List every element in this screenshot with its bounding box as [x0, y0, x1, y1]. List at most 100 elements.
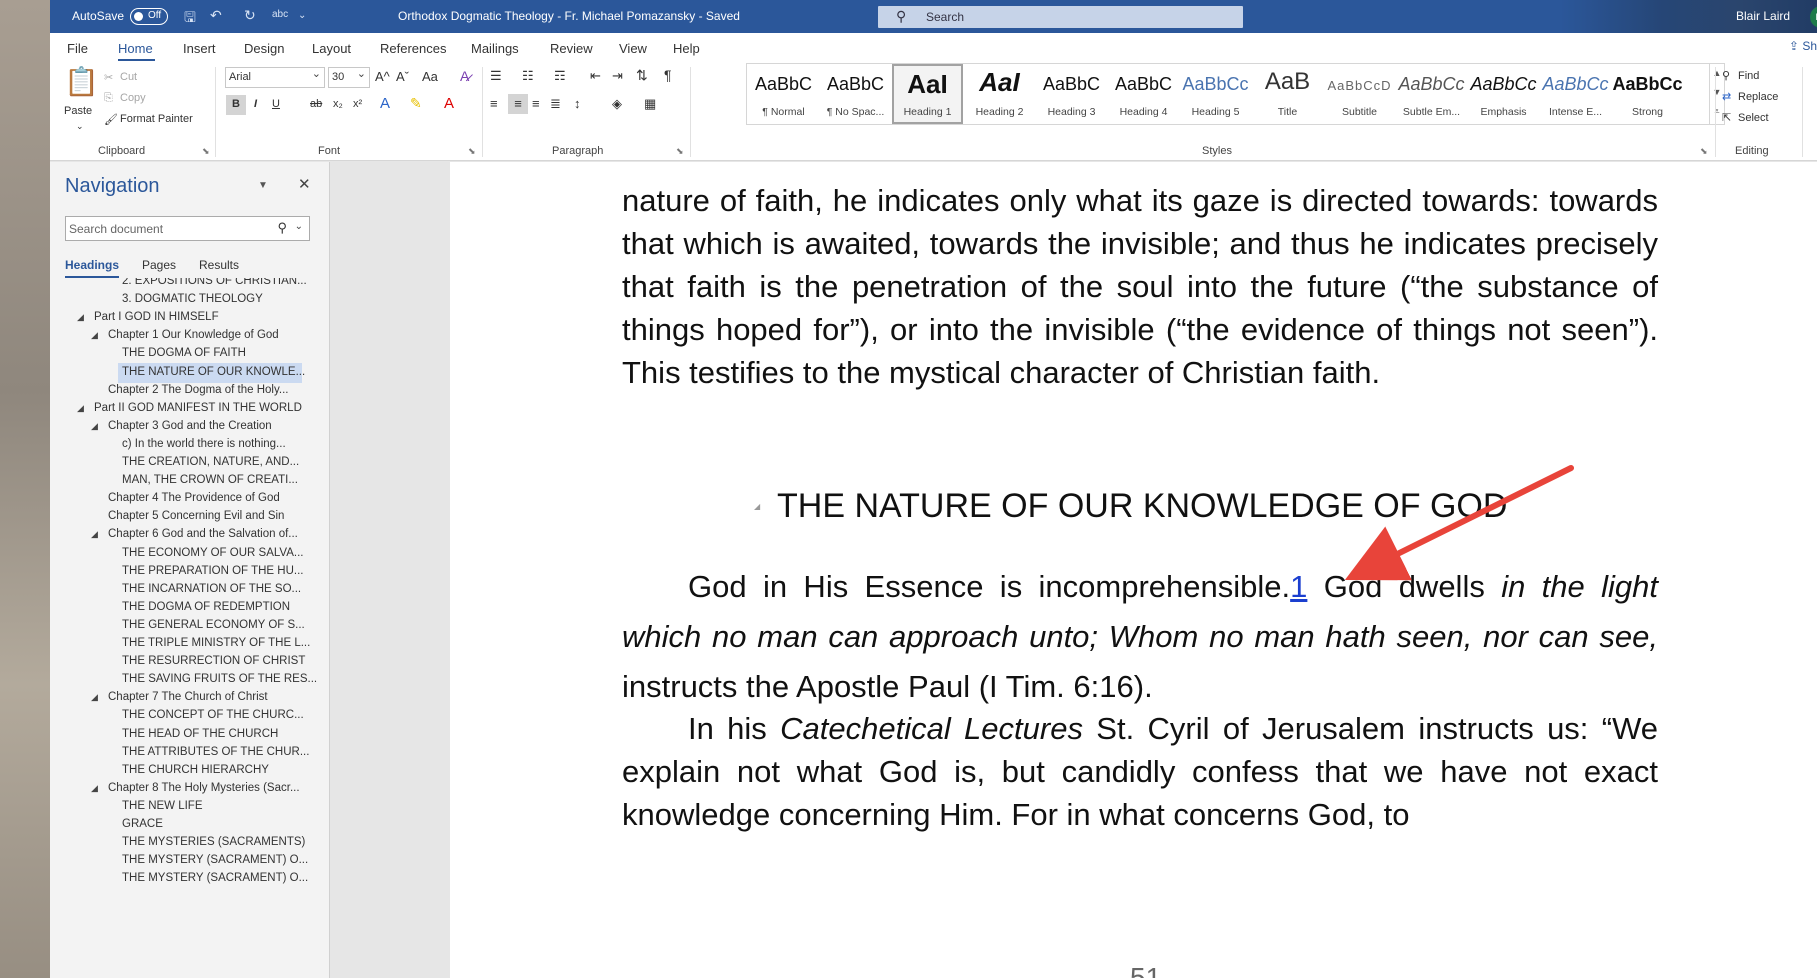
change-case-button[interactable]: Aa	[422, 69, 438, 84]
heading-item-selected[interactable]: THE NATURE OF OUR KNOWLE...	[118, 362, 305, 383]
nav-tab-headings[interactable]: Headings	[65, 258, 119, 272]
italic-button[interactable]: I	[254, 98, 257, 110]
search-document-input[interactable]: Search document ⚲ ⌄	[65, 216, 310, 241]
increase-indent-icon[interactable]: ⇥	[612, 68, 623, 84]
justify-icon[interactable]: ≣	[550, 96, 561, 112]
heading-item[interactable]: ◢ Chapter 7 The Church of Christ	[91, 688, 330, 708]
style-heading-1[interactable]: AaI Heading 1	[892, 64, 963, 124]
numbering-icon[interactable]: ☷	[522, 68, 534, 84]
redo-icon[interactable]: ↻	[244, 7, 256, 24]
heading-item[interactable]: THE MYSTERY (SACRAMENT) O...	[118, 869, 330, 889]
heading-item[interactable]: ◢ Part II GOD MANIFEST IN THE WORLD	[77, 399, 320, 419]
section-heading[interactable]: THE NATURE OF OUR KNOWLEDGE OF GOD	[777, 487, 1507, 526]
tab-insert[interactable]: Insert	[183, 41, 216, 56]
heading-item[interactable]: THE TRIPLE MINISTRY OF THE L...	[118, 634, 330, 654]
chevron-down-icon[interactable]: ⌄	[295, 221, 303, 232]
align-center-icon[interactable]: ≡	[508, 94, 528, 114]
font-size-combo[interactable]: 30	[328, 67, 370, 88]
subscript-button[interactable]: x₂	[333, 98, 343, 110]
style-heading-3[interactable]: AaBbC Heading 3	[1036, 64, 1107, 124]
heading-item[interactable]: ◢ Chapter 8 The Holy Mysteries (Sacr...	[91, 779, 330, 799]
heading-item[interactable]: 3. DOGMATIC THEOLOGY	[118, 290, 330, 310]
copy-button[interactable]: Copy	[120, 92, 146, 104]
heading-item[interactable]: THE HEAD OF THE CHURCH	[118, 725, 330, 745]
heading-item[interactable]: THE SAVING FRUITS OF THE RES...	[118, 670, 330, 690]
tab-layout[interactable]: Layout	[312, 41, 351, 56]
tab-mailings[interactable]: Mailings	[471, 41, 519, 56]
tab-references[interactable]: References	[380, 41, 446, 56]
nav-tab-results[interactable]: Results	[199, 258, 239, 272]
font-name-combo[interactable]: Arial	[225, 67, 325, 88]
paragraph-essence[interactable]: God in His Essence is incomprehensible.1…	[622, 562, 1658, 712]
cut-button[interactable]: Cut	[120, 71, 137, 83]
style-subtle-emphasis[interactable]: AaBbCc Subtle Em...	[1396, 64, 1467, 124]
heading-item[interactable]: THE RESURRECTION OF CHRIST	[118, 652, 330, 672]
align-right-icon[interactable]: ≡	[532, 96, 540, 111]
highlight-icon[interactable]: ✎	[410, 95, 422, 112]
heading-item[interactable]: ◢ Chapter 3 God and the Creation	[91, 417, 330, 437]
nav-tab-pages[interactable]: Pages	[142, 258, 176, 272]
heading-item[interactable]: Chapter 4 The Providence of God	[104, 489, 330, 509]
paste-icon[interactable]: 📋	[64, 65, 99, 98]
font-launcher-icon[interactable]: ⬊	[468, 146, 476, 157]
collapse-icon[interactable]: ◢	[91, 421, 98, 432]
align-left-icon[interactable]: ≡	[490, 96, 498, 111]
replace-button[interactable]: Replace	[1738, 91, 1778, 103]
format-painter-button[interactable]: Format Painter	[120, 113, 193, 125]
tab-home[interactable]: Home	[118, 41, 153, 56]
search-icon[interactable]: ⚲	[277, 220, 287, 236]
clipboard-launcher-icon[interactable]: ⬊	[202, 146, 210, 157]
decrease-indent-icon[interactable]: ⇤	[590, 68, 601, 84]
styles-launcher-icon[interactable]: ⬊	[1700, 146, 1708, 157]
text-effects-icon[interactable]: A	[380, 95, 390, 112]
heading-item[interactable]: THE DOGMA OF REDEMPTION	[118, 598, 330, 618]
clear-formatting-icon[interactable]: A̷	[460, 68, 469, 84]
style-no-spacing[interactable]: AaBbC ¶ No Spac...	[820, 64, 891, 124]
style-normal[interactable]: AaBbC ¶ Normal	[748, 64, 819, 124]
undo-icon[interactable]: ↶	[210, 7, 222, 24]
heading-item[interactable]: THE CONCEPT OF THE CHURC...	[118, 706, 330, 726]
pane-options-icon[interactable]: ▼	[258, 180, 268, 191]
heading-item[interactable]: ◢ Chapter 6 God and the Salvation of...	[91, 525, 330, 545]
style-subtitle[interactable]: AaBbCcD Subtitle	[1324, 64, 1395, 124]
multilevel-list-icon[interactable]: ☶	[554, 68, 566, 84]
heading-item[interactable]: THE CREATION, NATURE, AND...	[118, 453, 330, 473]
font-color-icon[interactable]: A	[444, 95, 454, 112]
customize-toolbar-icon[interactable]: ⌄	[298, 10, 306, 21]
heading-item[interactable]: Chapter 5 Concerning Evil and Sin	[104, 507, 330, 527]
heading-item[interactable]: MAN, THE CROWN OF CREATI...	[118, 471, 330, 491]
user-name[interactable]: Blair Laird	[1736, 9, 1790, 23]
style-emphasis[interactable]: AaBbCc Emphasis	[1468, 64, 1539, 124]
collapse-icon[interactable]: ◢	[91, 692, 98, 703]
paste-dropdown-icon[interactable]: ⌄	[76, 121, 84, 132]
search-box[interactable]: ⚲ Search	[878, 6, 1243, 28]
heading-item[interactable]: THE MYSTERIES (SACRAMENTS)	[118, 833, 330, 853]
heading-item[interactable]: THE ECONOMY OF OUR SALVA...	[118, 544, 330, 564]
heading-item[interactable]: Chapter 2 The Dogma of the Holy...	[104, 381, 330, 401]
heading-item[interactable]: THE PREPARATION OF THE HU...	[118, 562, 330, 582]
footnote-reference-link[interactable]: 1	[1290, 569, 1307, 604]
style-heading-4[interactable]: AaBbC Heading 4	[1108, 64, 1179, 124]
save-icon[interactable]: 🖫	[184, 7, 196, 31]
share-button[interactable]: ⇪ Sh	[1789, 39, 1817, 53]
find-button[interactable]: Find	[1738, 70, 1759, 82]
close-icon[interactable]: ✕	[298, 175, 311, 193]
paragraph-faith[interactable]: nature of faith, he indicates only what …	[622, 162, 1658, 394]
heading-item[interactable]: GRACE	[118, 815, 330, 835]
heading-item[interactable]: THE MYSTERY (SACRAMENT) O...	[118, 851, 330, 871]
paste-button[interactable]: Paste	[64, 105, 92, 117]
collapse-icon[interactable]: ◢	[91, 529, 98, 540]
style-title[interactable]: AaB Title	[1252, 64, 1323, 124]
heading-item[interactable]: THE ATTRIBUTES OF THE CHUR...	[118, 743, 330, 763]
tab-review[interactable]: Review	[550, 41, 593, 56]
heading-item[interactable]: ◢ Part I GOD IN HIMSELF	[77, 308, 320, 328]
borders-icon[interactable]: ▦	[644, 96, 656, 112]
style-intense-emphasis[interactable]: AaBbCc Intense E...	[1540, 64, 1611, 124]
bullets-icon[interactable]: ☰	[490, 68, 502, 84]
tab-design[interactable]: Design	[244, 41, 284, 56]
collapse-icon[interactable]: ◢	[91, 783, 98, 794]
style-heading-5[interactable]: AaBbCc Heading 5	[1180, 64, 1251, 124]
heading-item[interactable]: ◢ Chapter 1 Our Knowledge of God	[91, 326, 330, 346]
collapse-icon[interactable]: ◢	[91, 330, 98, 341]
shrink-font-button[interactable]: Aˇ	[396, 69, 409, 84]
